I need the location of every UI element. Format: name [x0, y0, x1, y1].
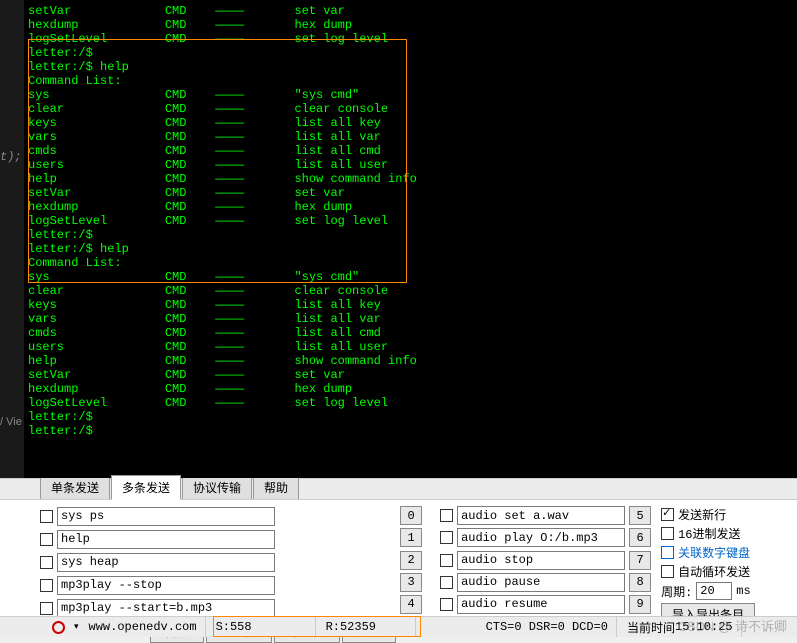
cmd-left-check-1[interactable] [40, 533, 53, 546]
opt-hex-label: 16进制发送 [678, 525, 740, 542]
cmd-left-input-0[interactable] [57, 507, 275, 526]
terminal-line: keys CMD ———— list all key [28, 116, 789, 130]
terminal-line: keys CMD ———— list all key [28, 298, 789, 312]
terminal-line: letter:/$ help [28, 242, 789, 256]
opt-loop-checkbox[interactable] [661, 565, 674, 578]
terminal-line: sys CMD ———— "sys cmd" [28, 270, 789, 284]
cmd-right-check-0[interactable] [440, 509, 453, 522]
terminal-line: letter:/$ [28, 46, 789, 60]
opt-keypad-checkbox[interactable] [661, 546, 674, 559]
terminal-line: clear CMD ———— clear console [28, 284, 789, 298]
terminal-line: hexdump CMD ———— hex dump [28, 200, 789, 214]
terminal-line: clear CMD ———— clear console [28, 102, 789, 116]
status-url[interactable]: www.openedv.com [81, 617, 206, 637]
send-btn-4[interactable]: 4 [400, 595, 422, 614]
terminal-line: users CMD ———— list all user [28, 340, 789, 354]
cmd-left-check-4[interactable] [40, 602, 53, 615]
terminal-line: logSetLevel CMD ———— set log level [28, 214, 789, 228]
terminal-line: logSetLevel CMD ———— set log level [28, 396, 789, 410]
cmd-left-input-2[interactable] [57, 553, 275, 572]
terminal-line: setVar CMD ———— set var [28, 368, 789, 382]
terminal-line: users CMD ———— list all user [28, 158, 789, 172]
terminal-line: cmds CMD ———— list all cmd [28, 326, 789, 340]
period-input[interactable] [696, 582, 732, 600]
terminal-line: sys CMD ———— "sys cmd" [28, 88, 789, 102]
terminal-line: setVar CMD ———— set var [28, 186, 789, 200]
cmd-right-input-1[interactable] [457, 528, 625, 547]
tab-1[interactable]: 多条发送 [111, 475, 181, 500]
status-sent: S:558 [208, 617, 316, 637]
terminal-line: letter:/$ help [28, 60, 789, 74]
terminal-line: help CMD ———— show command info [28, 354, 789, 368]
tab-3[interactable]: 帮助 [253, 475, 299, 499]
connection-status-icon[interactable] [52, 621, 65, 634]
send-btn-6[interactable]: 6 [629, 528, 651, 547]
send-btn-5[interactable]: 5 [629, 506, 651, 525]
editor-fragment-2: / Vie [0, 415, 22, 429]
terminal-line: letter:/$ [28, 228, 789, 242]
send-btn-3[interactable]: 3 [400, 573, 422, 592]
status-recv: R:52359 [318, 617, 416, 637]
terminal-line: hexdump CMD ———— hex dump [28, 18, 789, 32]
terminal-line: Command List: [28, 256, 789, 270]
tab-2[interactable]: 协议传输 [182, 475, 252, 499]
terminal-line: vars CMD ———— list all var [28, 130, 789, 144]
terminal-line: help CMD ———— show command info [28, 172, 789, 186]
cmd-right-check-2[interactable] [440, 554, 453, 567]
send-btn-0[interactable]: 0 [400, 506, 422, 525]
send-btn-8[interactable]: 8 [629, 573, 651, 592]
cmd-left-check-3[interactable] [40, 579, 53, 592]
opt-hex-checkbox[interactable] [661, 527, 674, 540]
terminal-line: letter:/$ [28, 410, 789, 424]
terminal-line: cmds CMD ———— list all cmd [28, 144, 789, 158]
terminal-line: setVar CMD ———— set var [28, 4, 789, 18]
send-btn-7[interactable]: 7 [629, 551, 651, 570]
opt-newline-label: 发送新行 [678, 506, 726, 523]
cmd-right-check-3[interactable] [440, 576, 453, 589]
terminal-line: hexdump CMD ———— hex dump [28, 382, 789, 396]
cmd-left-input-4[interactable] [57, 599, 275, 618]
cmd-left-input-3[interactable] [57, 576, 275, 595]
cmd-left-check-0[interactable] [40, 510, 53, 523]
send-btn-1[interactable]: 1 [400, 528, 422, 547]
cmd-left-input-1[interactable] [57, 530, 275, 549]
period-unit: ms [736, 584, 750, 598]
terminal-output[interactable]: t); / Vie setVar CMD ———— set varhexdump… [0, 0, 797, 478]
send-panel: 首页上一页下一页尾页 01234 56789 发送新行 16进制发送 关联数字键… [0, 500, 797, 616]
status-bar: ▾ www.openedv.com S:558 R:52359 CTS=0 DS… [0, 616, 797, 637]
opt-newline-checkbox[interactable] [661, 508, 674, 521]
status-time: 当前时间 15:10:25 [619, 617, 742, 637]
send-tabs: 单条发送多条发送协议传输帮助 [0, 478, 797, 500]
cmd-right-input-3[interactable] [457, 573, 625, 592]
tab-0[interactable]: 单条发送 [40, 475, 110, 499]
cmd-left-check-2[interactable] [40, 556, 53, 569]
opt-loop-label: 自动循环发送 [678, 563, 750, 580]
opt-keypad-label: 关联数字键盘 [678, 544, 750, 561]
dropdown-arrow-icon[interactable]: ▾ [74, 622, 79, 632]
send-btn-9[interactable]: 9 [629, 595, 651, 614]
send-btn-2[interactable]: 2 [400, 551, 422, 570]
terminal-line: Command List: [28, 74, 789, 88]
editor-fragment: t); [0, 150, 22, 164]
cmd-right-check-1[interactable] [440, 531, 453, 544]
cmd-right-input-2[interactable] [457, 551, 625, 570]
cmd-right-input-0[interactable] [457, 506, 625, 525]
terminal-line: letter:/$ [28, 424, 789, 438]
period-label: 周期: [661, 583, 692, 600]
terminal-line: vars CMD ———— list all var [28, 312, 789, 326]
terminal-line: logSetLevel CMD ———— set log level [28, 32, 789, 46]
status-cts: CTS=0 DSR=0 DCD=0 [478, 617, 617, 637]
cmd-right-check-4[interactable] [440, 598, 453, 611]
cmd-right-input-4[interactable] [457, 595, 625, 614]
